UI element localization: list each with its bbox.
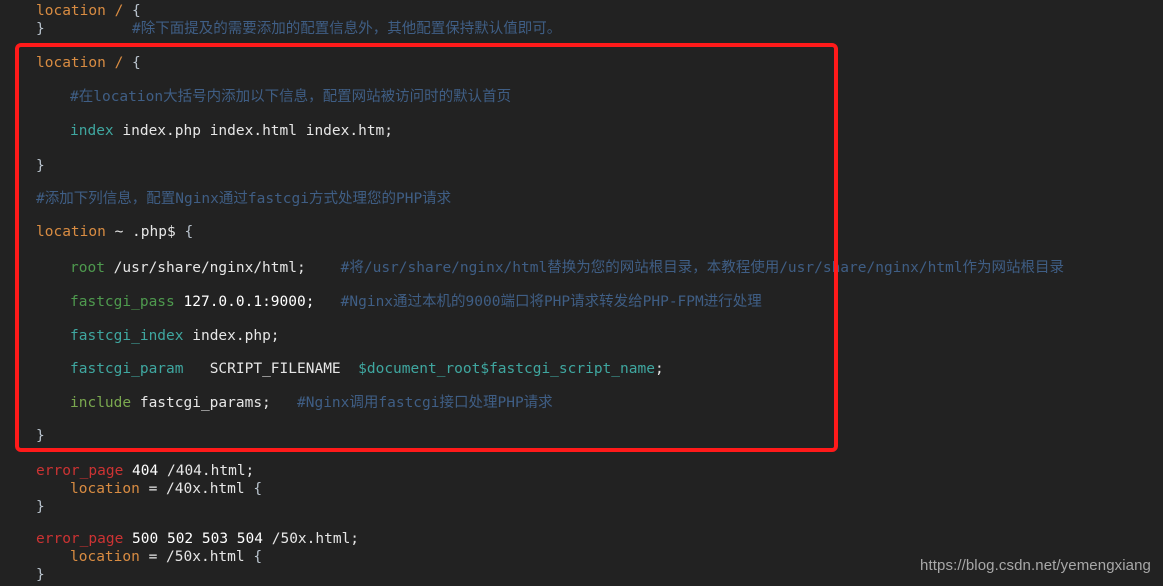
code-line: } #除下面提及的需要添加的配置信息外，其他配置保持默认值即可。 <box>36 18 561 41</box>
code-token: } <box>36 499 45 515</box>
code-line: fastcgi_param SCRIPT_FILENAME $document_… <box>70 358 664 381</box>
code-token: / <box>114 55 124 71</box>
code-token: /50x.html <box>166 549 245 565</box>
code-line: } <box>36 155 45 178</box>
code-line: #添加下列信息，配置Nginx通过fastcgi方式处理您的PHP请求 <box>36 188 451 211</box>
code-line: root /usr/share/nginx/html; #将/usr/share… <box>70 257 1064 280</box>
code-token: fastcgi_pass <box>70 294 175 310</box>
code-line: index index.php index.html index.htm; <box>70 120 393 143</box>
code-token: { <box>253 549 263 565</box>
code-token: #在location大括号内添加以下信息，配置网站被访问时的默认首页 <box>70 89 512 105</box>
code-token: location <box>36 3 106 19</box>
code-line: location = /40x.html { <box>70 478 262 501</box>
code-token: #Nginx通过本机的9000端口将PHP请求转发给PHP-FPM进行处理 <box>340 294 762 310</box>
code-token: index.php; <box>192 328 280 344</box>
code-line: include fastcgi_params; #Nginx调用fastcgi接… <box>70 392 553 415</box>
code-token: } <box>36 428 45 444</box>
code-line: } <box>36 425 45 448</box>
code-token: ~ <box>114 224 124 240</box>
code-line: #在location大括号内添加以下信息，配置网站被访问时的默认首页 <box>70 86 511 109</box>
code-line: location = /50x.html { <box>70 546 262 569</box>
nginx-config-code-screenshot: location / {} #除下面提及的需要添加的配置信息外，其他配置保持默认… <box>0 0 1163 586</box>
code-token: 500 502 503 504 <box>132 531 263 547</box>
code-token: fastcgi_param <box>70 361 184 377</box>
code-token: #除下面提及的需要添加的配置信息外，其他配置保持默认值即可。 <box>132 21 562 37</box>
code-token: { <box>253 481 263 497</box>
code-token: } <box>36 567 45 583</box>
code-token: { <box>132 3 141 19</box>
code-token: .php$ <box>132 224 176 240</box>
code-line: fastcgi_pass 127.0.0.1:9000; #Nginx通过本机的… <box>70 291 762 314</box>
code-token: fastcgi_index <box>70 328 184 344</box>
code-token: error_page <box>36 463 124 479</box>
code-token: #添加下列信息，配置Nginx通过fastcgi方式处理您的PHP请求 <box>36 191 452 207</box>
code-token: fastcgi_params; <box>139 395 271 411</box>
code-line: } <box>36 564 45 586</box>
code-token: { <box>184 224 194 240</box>
code-token: SCRIPT_FILENAME <box>209 361 341 377</box>
code-token: /usr/share/nginx/html; <box>113 260 306 276</box>
code-token: #Nginx调用fastcgi接口处理PHP请求 <box>297 395 553 411</box>
code-token: 404 <box>132 463 159 479</box>
code-token: $document_root$fastcgi_script_name <box>358 361 655 377</box>
code-token: { <box>132 55 141 71</box>
code-token: location <box>70 549 140 565</box>
code-token: ; <box>654 361 664 377</box>
code-token: /404.html; <box>166 463 255 479</box>
code-token: location <box>36 55 106 71</box>
code-token: root <box>70 260 105 276</box>
code-token: / <box>114 3 124 19</box>
code-token: } <box>36 158 45 174</box>
code-line: location / { <box>36 52 141 75</box>
code-token: #将/usr/share/nginx/html替换为您的网站根目录，本教程使用/… <box>340 260 1065 276</box>
code-token: /50x.html; <box>271 531 360 547</box>
blog-watermark: https://blog.csdn.net/yemengxiang <box>920 557 1151 574</box>
code-line: } <box>36 496 45 519</box>
code-block[interactable]: location / {} #除下面提及的需要添加的配置信息外，其他配置保持默认… <box>0 0 1163 586</box>
code-line: fastcgi_index index.php; <box>70 325 280 348</box>
code-token: } <box>36 21 45 37</box>
code-token: 127.0.0.1:9000; <box>183 294 315 310</box>
code-token: = <box>148 549 158 565</box>
code-token: location <box>70 481 140 497</box>
code-line: location ~ .php$ { <box>36 221 193 244</box>
code-token: error_page <box>36 531 124 547</box>
code-token: = <box>148 481 158 497</box>
code-token: index.php index.html index.htm; <box>122 123 394 139</box>
code-token: index <box>70 123 114 139</box>
code-token: /40x.html <box>166 481 245 497</box>
code-token: include <box>70 395 132 411</box>
code-token: location <box>36 224 106 240</box>
